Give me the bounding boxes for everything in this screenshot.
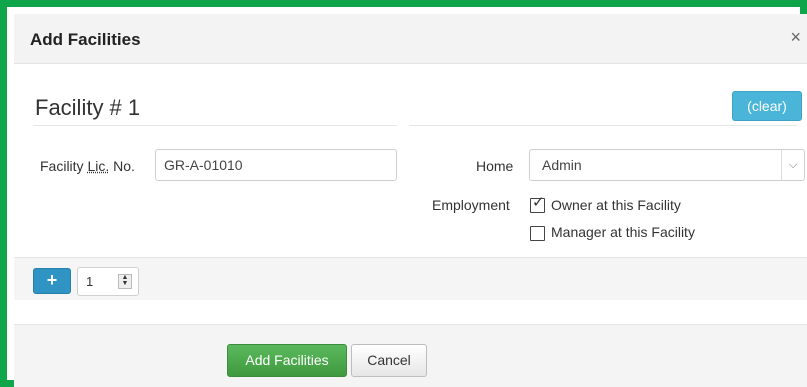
add-facilities-button[interactable]: Add Facilities bbox=[227, 344, 347, 377]
cancel-button[interactable]: Cancel bbox=[351, 344, 427, 377]
add-row-toolbar: + 1 ▲ ▼ bbox=[14, 257, 807, 300]
chevron-down-icon: ⌵ bbox=[781, 150, 804, 180]
license-number-label: Facility Lic. No. bbox=[40, 158, 135, 174]
facility-form: Facility Lic. No. GR-A-01010 Home Admin … bbox=[14, 131, 807, 257]
owner-checkbox[interactable]: ✓ bbox=[530, 194, 545, 213]
owner-option-label[interactable]: Owner at this Facility bbox=[551, 197, 681, 213]
modal-footer: Add Facilities Cancel bbox=[14, 324, 807, 387]
highlight-frame: Add Facilities × Facility # 1 (clear) Fa… bbox=[0, 0, 807, 387]
spacer bbox=[14, 300, 807, 324]
home-selected-value: Admin bbox=[542, 157, 582, 173]
close-icon[interactable]: × bbox=[790, 28, 801, 46]
modal-title: Add Facilities bbox=[30, 30, 141, 49]
manager-checkbox[interactable] bbox=[530, 226, 545, 241]
spinner-arrows-icon[interactable]: ▲ ▼ bbox=[118, 274, 132, 289]
checkmark-icon: ✓ bbox=[532, 194, 545, 211]
quantity-stepper[interactable]: 1 ▲ ▼ bbox=[77, 267, 139, 296]
employment-label: Employment bbox=[432, 197, 510, 213]
quantity-value: 1 bbox=[86, 274, 94, 289]
modal-header: Add Facilities × bbox=[14, 14, 807, 64]
clear-button[interactable]: (clear) bbox=[732, 91, 802, 121]
divider bbox=[409, 125, 797, 126]
facility-section-header: Facility # 1 (clear) bbox=[14, 64, 807, 131]
divider bbox=[33, 125, 397, 126]
facility-heading: Facility # 1 bbox=[35, 95, 141, 120]
home-label: Home bbox=[476, 158, 514, 174]
license-number-input[interactable]: GR-A-01010 bbox=[155, 149, 397, 181]
manager-option-label[interactable]: Manager at this Facility bbox=[551, 224, 695, 240]
add-facility-row-button[interactable]: + bbox=[33, 268, 71, 294]
home-select[interactable]: Admin ⌵ bbox=[529, 149, 805, 181]
